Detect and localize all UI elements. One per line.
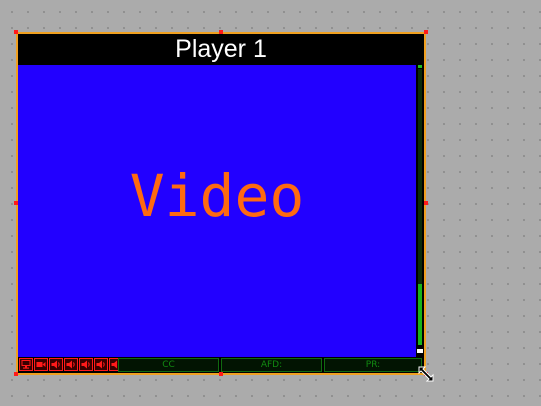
resize-handle-top[interactable] [219, 30, 223, 34]
speaker-icon [49, 358, 63, 371]
speaker-icon [79, 358, 93, 371]
camera-icon [34, 358, 48, 371]
monitor-icon [19, 358, 33, 371]
meter-track [418, 69, 422, 345]
meter-clip-indicator [417, 349, 423, 353]
resize-handle-bottom-left[interactable] [14, 372, 18, 376]
player-window[interactable]: Player 1 Video CC AFD: PR: [16, 32, 426, 375]
video-placeholder-label: Video [129, 162, 305, 230]
resize-handle-top-right[interactable] [424, 30, 428, 34]
pr-indicator: PR: [324, 358, 422, 372]
meter-peak-indicator [418, 65, 422, 68]
player-title: Player 1 [18, 34, 424, 65]
speaker-icon [94, 358, 108, 371]
resize-cursor-icon [418, 366, 434, 382]
resize-handle-top-left[interactable] [14, 30, 18, 34]
resize-handle-left[interactable] [14, 201, 18, 205]
speaker-icon [64, 358, 78, 371]
resize-handle-bottom[interactable] [219, 372, 223, 376]
status-bar: CC AFD: PR: [18, 357, 424, 373]
resize-handle-right[interactable] [424, 201, 428, 205]
cc-indicator: CC [118, 358, 219, 372]
meter-level-fill [418, 284, 422, 345]
video-area[interactable]: Video [18, 65, 416, 357]
afd-indicator: AFD: [221, 358, 322, 372]
audio-level-meter [416, 65, 424, 357]
